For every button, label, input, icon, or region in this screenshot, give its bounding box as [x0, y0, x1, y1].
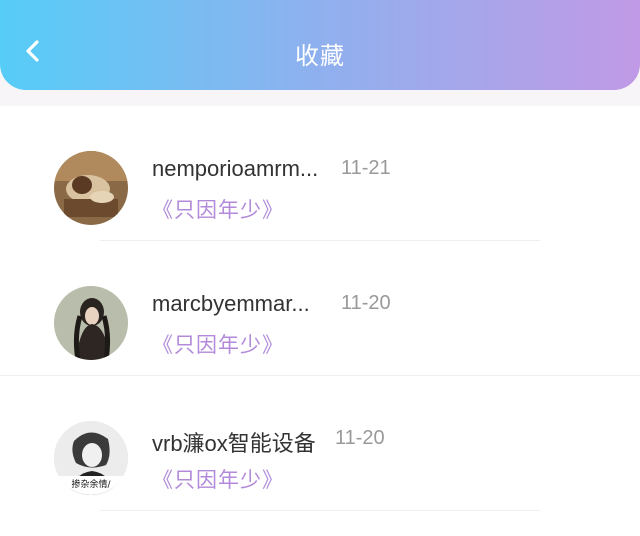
work-title: 《只因年少》 — [152, 468, 284, 492]
user-name: nemporioamrm... — [152, 156, 319, 181]
list-item[interactable]: nemporioamrm... 11-21 《只因年少》 — [0, 106, 640, 241]
user-name: marcbyemmar... — [152, 291, 310, 316]
date-label: 11-21 — [341, 157, 391, 179]
list-item[interactable]: marcbyemmar... 11-20 《只因年少》 — [0, 241, 640, 376]
date-label: 11-20 — [341, 292, 391, 314]
top-bar: 收藏 — [0, 0, 640, 90]
avatar-caption: 掺杂余情/ — [71, 480, 111, 490]
date-label: 11-20 — [335, 427, 385, 449]
list-item[interactable]: 掺杂余情/ vrb濂ox智能设备 11-20 《只因年少》 — [0, 376, 640, 511]
divider — [100, 510, 540, 511]
favorites-list: nemporioamrm... 11-21 《只因年少》 marcbyemmar… — [0, 106, 640, 536]
user-name: vrb濂ox智能设备 — [152, 431, 316, 456]
work-title: 《只因年少》 — [152, 198, 284, 222]
work-title: 《只因年少》 — [152, 333, 284, 357]
avatar: 掺杂余情/ — [54, 421, 128, 495]
avatar — [54, 151, 128, 225]
page-title: 收藏 — [295, 42, 345, 70]
avatar — [54, 286, 128, 360]
